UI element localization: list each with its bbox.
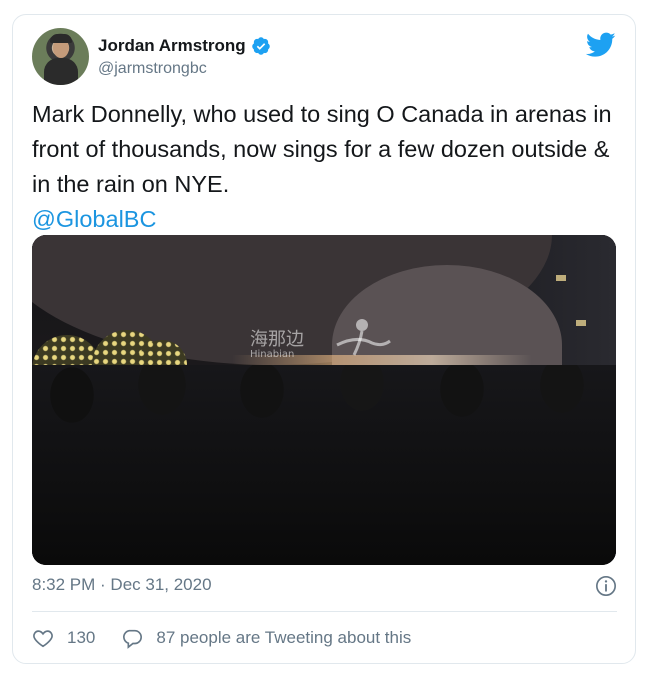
crowd [32, 365, 616, 565]
tweet-video[interactable]: 海那边 Hinabian [32, 235, 616, 565]
mention-link[interactable]: @GlobalBC [32, 202, 617, 237]
watermark-text: 海那边 [250, 329, 304, 350]
author-display-name[interactable]: Jordan Armstrong [98, 36, 246, 56]
tweet-timestamp[interactable]: 8:32 PM · Dec 31, 2020 [32, 575, 212, 594]
tweet-text: Mark Donnelly, who used to sing O Canada… [32, 97, 617, 237]
reply-button[interactable]: 87 people are Tweeting about this [121, 627, 411, 649]
heart-icon [33, 630, 53, 648]
reply-bubble-icon [123, 629, 143, 649]
avatar[interactable] [32, 28, 89, 85]
tweeting-about-text: 87 people are Tweeting about this [156, 628, 412, 647]
info-icon[interactable] [595, 575, 617, 597]
tweet-actions: 130 87 people are Tweeting about this [32, 625, 617, 651]
twitter-bird-icon[interactable] [586, 32, 616, 58]
like-count: 130 [67, 628, 96, 647]
video-watermark: 海那边 Hinabian [250, 325, 304, 360]
divider [32, 611, 617, 612]
tweet-body: Mark Donnelly, who used to sing O Canada… [32, 101, 612, 197]
like-button[interactable]: 130 [32, 627, 95, 649]
watermark-subtext: Hinabian [250, 349, 295, 360]
author-handle[interactable]: @jarmstrongbc [98, 60, 271, 78]
watermark-figure-icon [336, 319, 391, 356]
author-names: Jordan Armstrong @jarmstrongbc [98, 36, 271, 78]
tweet-header: Jordan Armstrong @jarmstrongbc [32, 28, 616, 88]
tweet-card[interactable]: Jordan Armstrong @jarmstrongbc Mark Donn… [12, 14, 636, 664]
verified-badge-icon [251, 37, 270, 55]
tweet-meta: 8:32 PM · Dec 31, 2020 [32, 575, 617, 599]
